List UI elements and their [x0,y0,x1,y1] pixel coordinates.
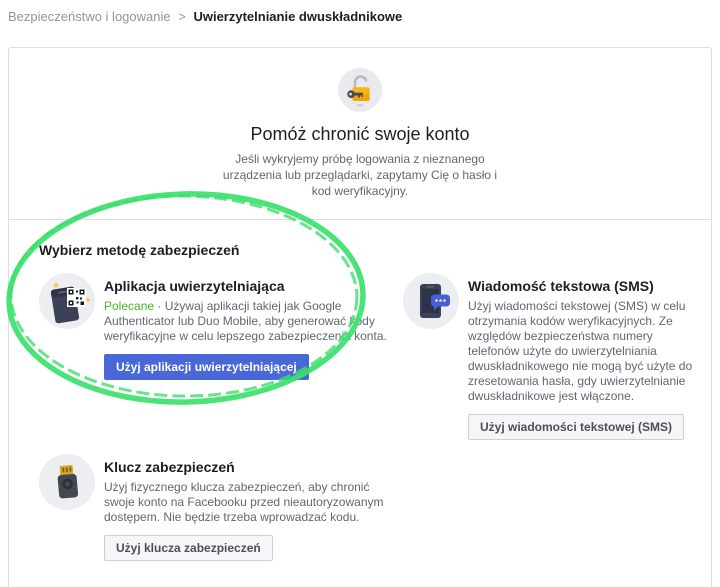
breadcrumb: Bezpieczeństwo i logowanie > Uwierzyteln… [0,0,720,24]
page-title: Pomóż chronić swoje konto [29,124,691,145]
usb-security-key-icon [39,454,95,510]
use-authenticator-app-button[interactable]: Użyj aplikacji uwierzytelniającej [104,354,309,380]
use-security-key-button[interactable]: Użyj klucza zabezpieczeń [104,535,273,561]
method-description: Użyj wiadomości tekstowej (SMS) w celu o… [468,299,703,404]
two-factor-settings-card: Pomóż chronić swoje konto Jeśli wykryjem… [8,47,712,587]
method-security-key: Klucz zabezpieczeń Użyj fizycznego klucz… [39,454,389,561]
breadcrumb-separator: > [178,9,186,24]
methods-heading: Wybierz metodę zabezpieczeń [39,242,701,258]
phone-qr-code-icon [39,273,95,329]
method-title: Aplikacja uwierzytelniająca [104,278,389,294]
lock-with-key-icon [338,68,382,112]
method-authenticator-app: Aplikacja uwierzytelniająca Polecane · U… [39,273,389,440]
recommended-badge: Polecane [104,299,154,313]
hero-section: Pomóż chronić swoje konto Jeśli wykryjem… [9,48,711,219]
method-title: Wiadomość tekstowa (SMS) [468,278,703,294]
method-description: Polecane · Używaj aplikacji takiej jak G… [104,299,389,344]
dot-separator: · [157,299,161,313]
method-title: Klucz zabezpieczeń [104,459,389,475]
breadcrumb-section-link[interactable]: Bezpieczeństwo i logowanie [8,9,171,24]
page-subtitle: Jeśli wykryjemy próbę logowania z niezna… [218,151,502,199]
method-sms: Wiadomość tekstowa (SMS) Użyj wiadomości… [403,273,703,440]
use-sms-button[interactable]: Użyj wiadomości tekstowej (SMS) [468,414,684,440]
methods-section: Wybierz metodę zabezpieczeń [9,220,711,587]
breadcrumb-page-title: Uwierzytelnianie dwuskładnikowe [193,9,402,24]
method-description: Użyj fizycznego klucza zabezpieczeń, aby… [104,480,389,525]
phone-message-icon [403,273,459,329]
